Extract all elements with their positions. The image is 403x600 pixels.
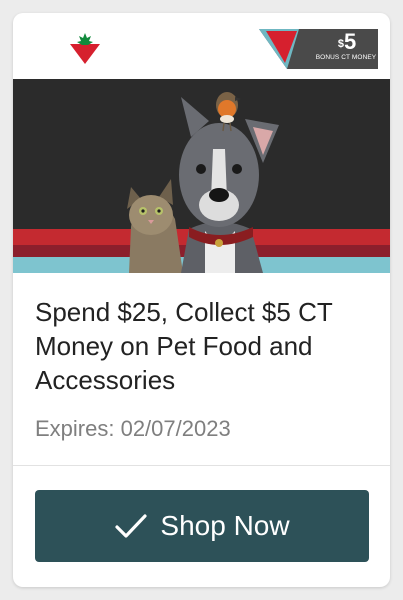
shop-now-label: Shop Now [160, 510, 290, 541]
badge-amount: $5 [337, 29, 357, 54]
offer-title: Spend $25, Collect $5 CT Money on Pet Fo… [35, 297, 333, 395]
check-icon [114, 512, 148, 540]
badge-caption: BONUS CT MONEY [315, 54, 377, 61]
offer-expiry-date: Expires: 02/07/2023 [35, 416, 231, 441]
divider [13, 465, 390, 466]
offer-card[interactable]: $5 BONUS CT MONEY Spend $25, Collect $5 … [13, 13, 390, 587]
pet-hero-image [13, 79, 390, 273]
canadian-tire-logo-icon [64, 31, 106, 65]
bonus-ct-money-badge: $5 BONUS CT MONEY [259, 29, 378, 69]
shop-now-button[interactable]: Shop Now [35, 490, 369, 562]
